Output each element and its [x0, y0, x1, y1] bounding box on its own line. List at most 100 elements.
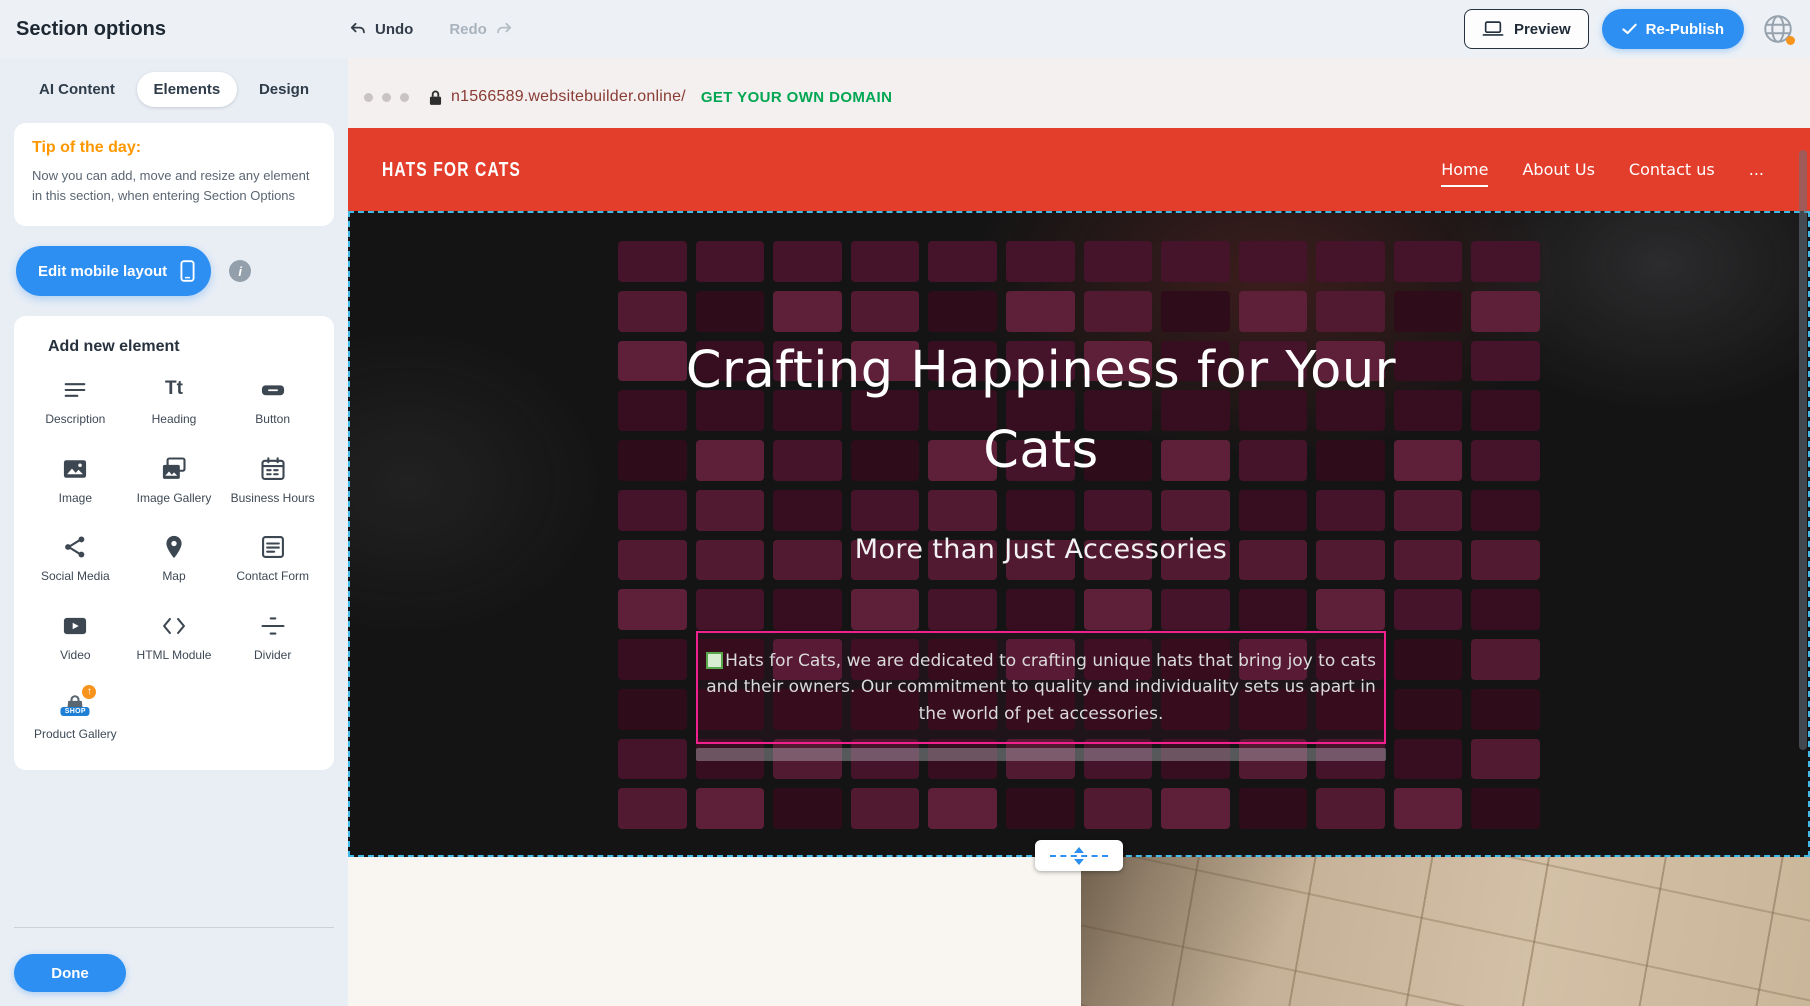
resize-dash-line: [1050, 855, 1108, 857]
element-tile-description[interactable]: Description: [28, 376, 123, 428]
element-tile-label: Description: [45, 412, 105, 428]
window-dot: [400, 93, 409, 102]
contact-form-icon: [259, 533, 287, 561]
sidebar-spacer: [14, 770, 334, 927]
element-spacer-bar: [696, 748, 1386, 761]
image-gallery-icon: [160, 455, 188, 483]
element-tile-divider[interactable]: Divider: [225, 612, 320, 664]
done-button[interactable]: Done: [14, 954, 126, 992]
edit-mobile-layout-button[interactable]: Edit mobile layout: [16, 246, 211, 296]
republish-button[interactable]: Re-Publish: [1602, 9, 1744, 49]
element-grid: Description Tt Heading Button Im: [28, 376, 320, 742]
stone-floor-image: [1081, 857, 1810, 1006]
element-tile-contact-form[interactable]: Contact Form: [225, 533, 320, 585]
tab-design[interactable]: Design: [242, 72, 326, 107]
selected-text-element[interactable]: Hats for Cats, we are dedicated to craft…: [696, 631, 1386, 744]
element-tile-business-hours[interactable]: Business Hours: [225, 455, 320, 507]
element-tile-label: Video: [60, 648, 90, 664]
business-hours-icon: [259, 455, 287, 483]
image-icon: [61, 455, 89, 483]
element-tile-video[interactable]: Video: [28, 612, 123, 664]
html-module-icon: [160, 612, 188, 640]
nav-item-home[interactable]: Home: [1441, 160, 1488, 179]
element-tile-heading[interactable]: Tt Heading: [127, 376, 222, 428]
element-tile-label: Business Hours: [231, 491, 315, 507]
element-drag-handle[interactable]: [706, 652, 723, 669]
element-tile-label: Image Gallery: [137, 491, 212, 507]
topbar: Section options Undo Redo Preview Re-Pub…: [0, 0, 1810, 58]
window-dot: [364, 93, 373, 102]
shop-badge: SHOP: [61, 707, 90, 716]
element-tile-label: Divider: [254, 648, 291, 664]
undo-button[interactable]: Undo: [348, 20, 413, 39]
element-tile-label: Product Gallery: [34, 727, 117, 743]
get-domain-link[interactable]: GET YOUR OWN DOMAIN: [701, 89, 893, 106]
scrollbar-thumb[interactable]: [1799, 150, 1807, 750]
button-icon: [259, 376, 287, 404]
tip-of-the-day-card: Tip of the day: Now you can add, move an…: [14, 123, 334, 226]
tip-heading: Tip of the day:: [32, 139, 316, 157]
nav-more-button[interactable]: ...: [1749, 160, 1764, 179]
element-tile-button[interactable]: Button: [225, 376, 320, 428]
element-tile-label: HTML Module: [137, 648, 212, 664]
edit-mobile-layout-label: Edit mobile layout: [38, 263, 167, 280]
hero-subheading[interactable]: More than Just Accessories: [855, 534, 1227, 565]
site-logo[interactable]: HATS FOR CATS: [382, 158, 521, 182]
undo-icon: [348, 20, 367, 39]
tab-ai-content[interactable]: AI Content: [22, 72, 132, 107]
mobile-layout-row: Edit mobile layout i: [16, 246, 334, 296]
resize-down-arrow-icon: [1074, 859, 1084, 865]
element-tile-label: Button: [255, 412, 290, 428]
element-tile-label: Heading: [152, 412, 197, 428]
selected-hero-section[interactable]: Crafting Happiness for Your Cats More th…: [348, 211, 1810, 857]
nav-item-contact-us[interactable]: Contact us: [1629, 160, 1715, 179]
add-element-title: Add new element: [48, 338, 320, 356]
hero-content: Crafting Happiness for Your Cats More th…: [350, 213, 1808, 855]
hero-heading[interactable]: Crafting Happiness for Your Cats: [671, 331, 1411, 490]
next-section-preview[interactable]: [348, 857, 1810, 1006]
element-tile-label: Social Media: [41, 569, 110, 585]
site-canvas: n1566589.websitebuilder.online/ GET YOUR…: [348, 58, 1810, 1006]
site-preview: HATS FOR CATS Home About Us Contact us .…: [348, 128, 1810, 1006]
nav-item-about-us[interactable]: About Us: [1522, 160, 1594, 179]
section-resize-handle[interactable]: [1035, 840, 1123, 871]
element-tile-image[interactable]: Image: [28, 455, 123, 507]
preview-button[interactable]: Preview: [1464, 9, 1589, 49]
tab-elements[interactable]: Elements: [137, 72, 238, 107]
video-icon: [61, 612, 89, 640]
site-header[interactable]: HATS FOR CATS Home About Us Contact us .…: [348, 128, 1810, 211]
sidebar-tabs: AI Content Elements Design: [14, 68, 334, 123]
redo-label: Redo: [449, 21, 487, 38]
site-url[interactable]: n1566589.websitebuilder.online/: [451, 88, 686, 106]
republish-label: Re-Publish: [1646, 21, 1724, 38]
element-tile-label: Contact Form: [236, 569, 309, 585]
redo-icon: [495, 20, 514, 39]
laptop-icon: [1482, 20, 1504, 38]
browser-chrome: n1566589.websitebuilder.online/ GET YOUR…: [348, 58, 1810, 128]
upgrade-arrow-icon: ↑: [82, 685, 96, 699]
sidebar-divider: [14, 927, 334, 928]
element-tile-map[interactable]: Map: [127, 533, 222, 585]
map-icon: [160, 533, 188, 561]
site-nav: Home About Us Contact us ...: [1441, 160, 1764, 179]
redo-button[interactable]: Redo: [449, 20, 514, 39]
preview-label: Preview: [1514, 21, 1571, 38]
language-globe-button[interactable]: [1758, 9, 1798, 49]
window-dot: [382, 93, 391, 102]
notification-dot: [1786, 36, 1795, 45]
element-tile-html-module[interactable]: HTML Module: [127, 612, 222, 664]
tip-body: Now you can add, move and resize any ele…: [32, 166, 316, 206]
element-tile-product-gallery[interactable]: SHOP ↑ Product Gallery: [28, 691, 123, 743]
element-tile-social-media[interactable]: Social Media: [28, 533, 123, 585]
social-media-icon: [61, 533, 89, 561]
divider-icon: [259, 612, 287, 640]
element-tile-label: Map: [162, 569, 185, 585]
undo-label: Undo: [375, 21, 413, 38]
page-title: Section options: [16, 18, 348, 41]
info-icon[interactable]: i: [229, 260, 251, 282]
lock-icon: [429, 89, 442, 106]
element-tile-label: Image: [59, 491, 92, 507]
product-gallery-icon: SHOP ↑: [61, 691, 89, 719]
element-tile-image-gallery[interactable]: Image Gallery: [127, 455, 222, 507]
description-icon: [61, 376, 89, 404]
